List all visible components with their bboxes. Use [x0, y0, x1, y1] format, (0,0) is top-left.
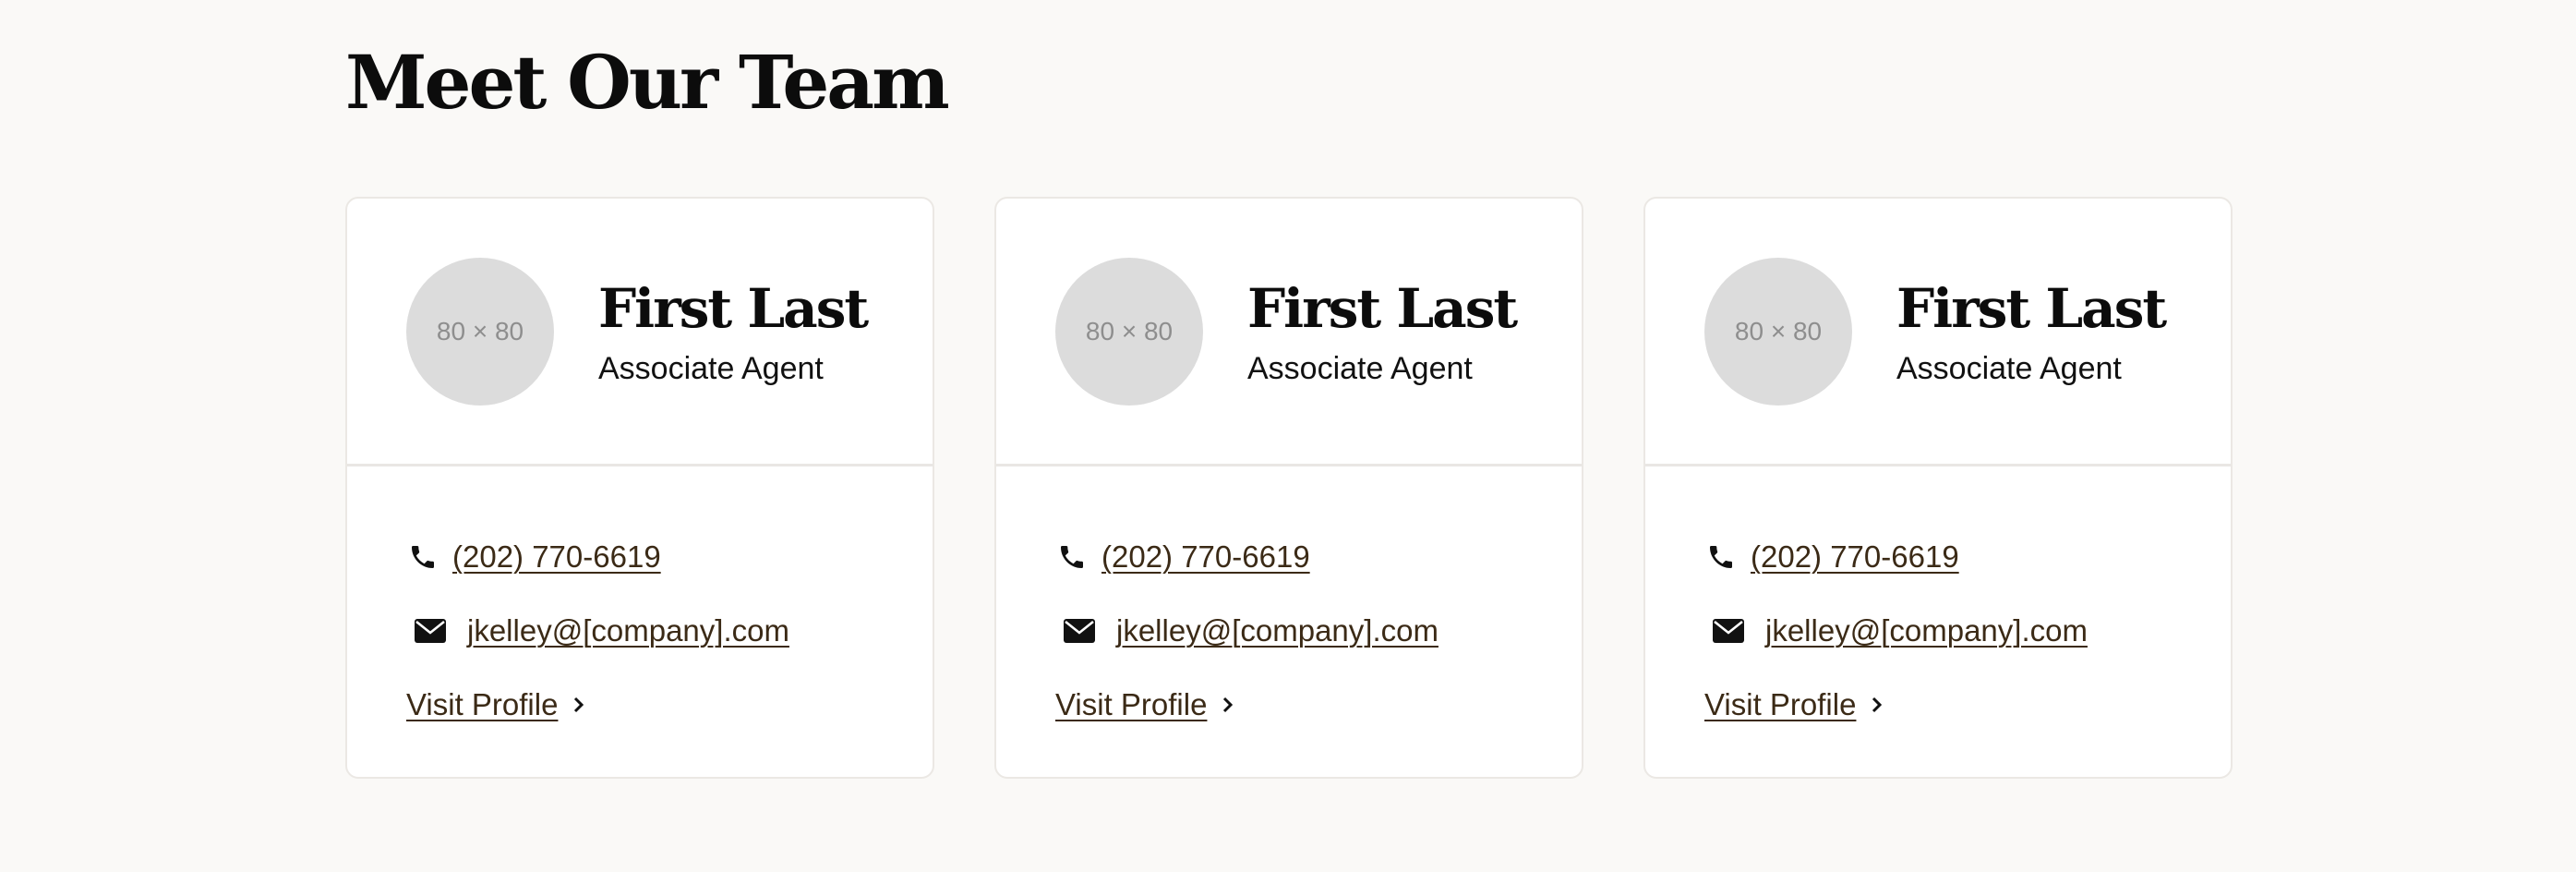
avatar-placeholder: 80 × 80: [1704, 257, 1852, 406]
team-card: 80 × 80 First Last Associate Agent (202)…: [994, 197, 1583, 779]
phone-icon: [1055, 540, 1089, 574]
email-row: jkelley@[company].com: [1055, 594, 1582, 668]
agent-role: Associate Agent: [1896, 350, 2122, 386]
agent-name: First Last: [1896, 276, 2167, 340]
avatar-placeholder: 80 × 80: [406, 257, 554, 406]
team-cards: 80 × 80 First Last Associate Agent (202)…: [345, 197, 2233, 779]
agent-role: Associate Agent: [1247, 350, 1473, 386]
envelope-icon: [1712, 614, 1745, 648]
phone-link[interactable]: (202) 770-6619: [1101, 539, 1310, 575]
card-header: 80 × 80 First Last Associate Agent: [996, 199, 1582, 466]
chevron-right-icon: [1222, 696, 1238, 713]
avatar-placeholder: 80 × 80: [1055, 257, 1203, 406]
section-title: Meet Our Team: [345, 39, 950, 126]
card-header: 80 × 80 First Last Associate Agent: [1645, 199, 2231, 466]
card-contact: (202) 770-6619 jkelley@[company].com Vis…: [347, 466, 933, 742]
visit-profile-link[interactable]: Visit Profile: [1055, 668, 1582, 742]
team-section: Meet Our Team 80 × 80 First Last Associa…: [0, 0, 2576, 872]
person-info: First Last Associate Agent: [1247, 272, 1518, 392]
phone-link[interactable]: (202) 770-6619: [452, 539, 661, 575]
agent-name: First Last: [598, 276, 869, 340]
card-contact: (202) 770-6619 jkelley@[company].com Vis…: [1645, 466, 2231, 742]
envelope-icon: [1063, 614, 1096, 648]
agent-name: First Last: [1247, 276, 1518, 340]
envelope-icon: [414, 614, 447, 648]
visit-profile-label: Visit Profile: [1704, 687, 1857, 721]
card-header: 80 × 80 First Last Associate Agent: [347, 199, 933, 466]
chevron-right-icon: [572, 696, 589, 713]
phone-icon: [406, 540, 439, 574]
visit-profile-link[interactable]: Visit Profile: [1704, 668, 2231, 742]
email-row: jkelley@[company].com: [1704, 594, 2231, 668]
email-link[interactable]: jkelley@[company].com: [1116, 613, 1438, 648]
phone-row: (202) 770-6619: [406, 520, 933, 594]
visit-profile-label: Visit Profile: [1055, 687, 1208, 721]
visit-profile-link[interactable]: Visit Profile: [406, 668, 933, 742]
email-row: jkelley@[company].com: [406, 594, 933, 668]
team-card: 80 × 80 First Last Associate Agent (202)…: [1643, 197, 2233, 779]
phone-row: (202) 770-6619: [1704, 520, 2231, 594]
phone-row: (202) 770-6619: [1055, 520, 1582, 594]
visit-profile-label: Visit Profile: [406, 687, 559, 721]
chevron-right-icon: [1871, 696, 1887, 713]
phone-link[interactable]: (202) 770-6619: [1751, 539, 1959, 575]
person-info: First Last Associate Agent: [598, 272, 869, 392]
card-contact: (202) 770-6619 jkelley@[company].com Vis…: [996, 466, 1582, 742]
person-info: First Last Associate Agent: [1896, 272, 2167, 392]
phone-icon: [1704, 540, 1738, 574]
email-link[interactable]: jkelley@[company].com: [1765, 613, 2088, 648]
agent-role: Associate Agent: [598, 350, 824, 386]
team-card: 80 × 80 First Last Associate Agent (202)…: [345, 197, 934, 779]
email-link[interactable]: jkelley@[company].com: [467, 613, 789, 648]
